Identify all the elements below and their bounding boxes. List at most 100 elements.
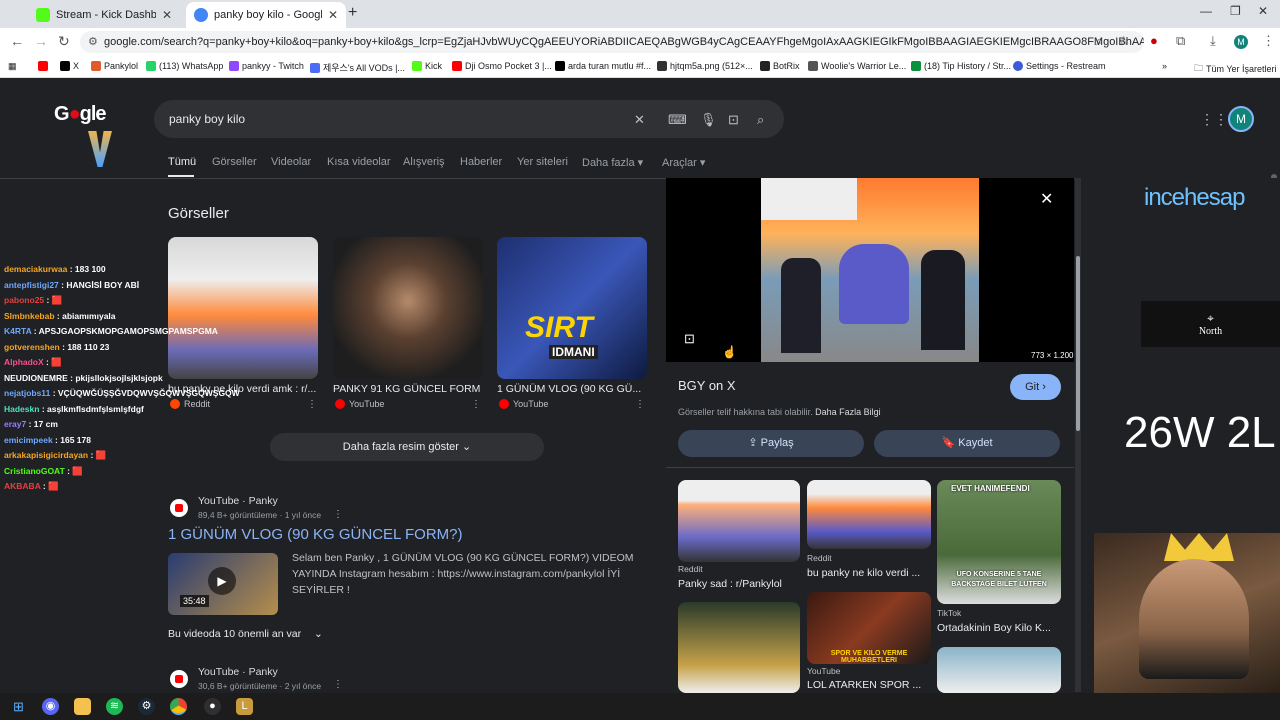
zoom-icon[interactable]: ⌕	[1096, 33, 1103, 49]
lens-icon[interactable]: ⊡	[728, 112, 739, 128]
key-moments-toggle[interactable]: Bu videoda 10 önemli an var ⌄	[168, 628, 323, 640]
chrome-icon[interactable]	[170, 698, 187, 715]
chat-message: antepfistigi27 : HANGİSİ BOY ABİ	[4, 278, 240, 294]
related-caption[interactable]: Panky sad : r/Pankylol	[678, 578, 800, 590]
related-image[interactable]	[937, 647, 1061, 693]
save-button[interactable]: 🔖 Kaydet	[874, 430, 1060, 457]
bookmark-restream[interactable]: Settings - Restream	[1013, 61, 1106, 71]
google-doodle-logo[interactable]: G●gle	[54, 103, 107, 126]
learn-more-link[interactable]: Daha Fazla Bilgi	[815, 407, 881, 417]
clear-search-icon[interactable]: ✕	[634, 112, 645, 128]
tab-more[interactable]: Daha fazla ▾	[582, 156, 643, 169]
tab-kick-dashboard[interactable]: Stream - Kick Dashboard ✕	[28, 2, 180, 28]
folder-icon: 🗀	[1194, 63, 1204, 73]
tab-all[interactable]: Tümü	[168, 156, 196, 168]
obs-icon[interactable]: ●	[204, 698, 221, 715]
chat-message: Hadeskn : asşlkmflsdmfşlsmlşfdgf	[4, 402, 240, 418]
image-result-thumbnail[interactable]	[333, 237, 483, 379]
back-button[interactable]: ←	[10, 33, 24, 49]
tab-videos[interactable]: Videolar	[271, 156, 311, 168]
more-options-icon[interactable]: ⋮	[333, 679, 343, 690]
download-icon[interactable]: ⤓	[1210, 33, 1216, 49]
visit-button[interactable]: Git ›	[1010, 374, 1061, 400]
tab-images[interactable]: Görseller	[212, 156, 257, 168]
discord-icon[interactable]: ◉	[42, 698, 59, 715]
steam-icon[interactable]: ⚙	[138, 698, 155, 715]
site-info-icon[interactable]: ⚙	[88, 31, 98, 53]
microphone-icon[interactable]: 🎙	[700, 112, 717, 128]
more-images-button[interactable]: Daha fazla resim göster ⌄	[270, 433, 544, 461]
tab-places[interactable]: Yer siteleri	[517, 156, 568, 168]
bookmark-hjtqm5a[interactable]: hjtqm5a.png (512×...	[657, 61, 753, 71]
result-title[interactable]: 1 GÜNÜM VLOG (90 KG GÜNCEL FORM?)	[168, 526, 463, 543]
reload-button[interactable]: ↻	[58, 33, 70, 50]
tab-shopping[interactable]: Alışveriş	[403, 156, 445, 168]
more-options-icon[interactable]: ⋮	[635, 399, 645, 410]
search-box[interactable]: panky boy kilo	[154, 100, 784, 138]
address-bar[interactable]: ⚙ google.com/search?q=panky+boy+kilo&oq=…	[80, 31, 1144, 53]
bookmark-zeus[interactable]: 제우스's All VODs |...	[310, 61, 405, 74]
image-source: YouTube	[499, 399, 548, 409]
tab-tools[interactable]: Araçlar ▾	[662, 156, 705, 169]
bookmark-tip-history[interactable]: (18) Tip History / Str...	[911, 61, 1011, 71]
preview-image[interactable]	[761, 178, 979, 362]
league-icon[interactable]: L	[236, 698, 253, 715]
tab-google-search[interactable]: panky boy kilo - Google'da Ara ✕	[186, 2, 346, 28]
bookmark-woolie[interactable]: Woolie's Warrior Le...	[808, 61, 906, 71]
tab-shorts[interactable]: Kısa videolar	[327, 156, 391, 168]
more-options-icon[interactable]: ⋮	[471, 399, 481, 410]
keyboard-icon[interactable]: ⌨	[668, 112, 687, 128]
tab-news[interactable]: Haberler	[460, 156, 502, 168]
file-explorer-icon[interactable]	[74, 698, 91, 715]
search-icon[interactable]: ⌕	[757, 112, 764, 128]
bookmark-botrix[interactable]: BotRix	[760, 61, 800, 71]
related-caption[interactable]: Ortadakinin Boy Kilo K...	[937, 622, 1061, 634]
panel-title[interactable]: BGY on X	[678, 378, 736, 393]
forward-button[interactable]: →	[34, 33, 48, 49]
apps-grid-icon[interactable]: ▦	[8, 61, 17, 72]
new-tab-button[interactable]: +	[348, 4, 357, 22]
menu-icon[interactable]: ⋮	[1262, 33, 1275, 49]
result-source[interactable]: YouTube · Panky	[198, 666, 278, 678]
close-panel-icon[interactable]: ✕	[1040, 189, 1053, 209]
all-bookmarks[interactable]: 🗀 Tüm Yer İşaretleri	[1194, 61, 1277, 77]
profile-avatar[interactable]: M	[1234, 35, 1248, 49]
result-meta: 30,6 B+ görüntüleme · 2 yıl önce	[198, 681, 322, 691]
image-caption[interactable]: 1 GÜNÜM VLOG (90 KG GÜ...	[497, 383, 647, 395]
close-window-button[interactable]: ✕	[1258, 4, 1268, 18]
bookmark-youtube[interactable]	[38, 61, 51, 71]
share-button[interactable]: ⇪ Paylaş	[678, 430, 864, 457]
related-image[interactable]: EVET HANIMEFENDI UFO KONSERINE 5 TANE BA…	[937, 480, 1061, 604]
lens-search-icon[interactable]: ⊡	[684, 331, 695, 347]
bookmark-kick[interactable]: Kick	[412, 61, 442, 71]
related-image[interactable]: SPOR VE KILO VERME MUHABBETLERI	[807, 592, 931, 664]
related-image[interactable]	[807, 480, 931, 549]
result-source[interactable]: YouTube · Panky	[198, 495, 278, 507]
bookmark-star-icon[interactable]: ☆	[1118, 33, 1130, 49]
related-image[interactable]	[678, 480, 800, 562]
account-avatar[interactable]: M	[1228, 106, 1254, 132]
extensions-puzzle-icon[interactable]: ⧉	[1176, 33, 1185, 49]
image-caption[interactable]: PANKY 91 KG GÜNCEL FORM	[333, 383, 483, 395]
spotify-icon[interactable]: ≋	[106, 698, 123, 715]
extension-icon[interactable]: ●	[1150, 33, 1158, 48]
bookmark-arda[interactable]: arda turan mutlu #f...	[555, 61, 651, 71]
related-caption[interactable]: bu panky ne kilo verdi ...	[807, 567, 931, 579]
bookmark-dji[interactable]: Dji Osmo Pocket 3 |...	[452, 61, 552, 71]
related-image[interactable]	[678, 602, 800, 693]
bookmark-twitch[interactable]: pankyy - Twitch	[229, 61, 304, 71]
more-bookmarks-icon[interactable]: »	[1162, 61, 1167, 71]
related-caption[interactable]: LOL ATARKEN SPOR ...	[807, 679, 931, 691]
close-tab-icon[interactable]: ✕	[328, 8, 338, 22]
bookmark-x[interactable]: X	[60, 61, 79, 71]
minimize-button[interactable]: —	[1200, 4, 1212, 18]
restore-button[interactable]: ❐	[1230, 4, 1241, 18]
close-tab-icon[interactable]: ✕	[162, 8, 172, 22]
image-result-thumbnail[interactable]: SIRT IDMANI	[497, 237, 647, 379]
bookmark-whatsapp[interactable]: (113) WhatsApp	[146, 61, 223, 71]
more-options-icon[interactable]: ⋮	[333, 509, 343, 520]
bookmark-pankylol[interactable]: Pankylol	[91, 61, 138, 71]
windows-start-icon[interactable]: ⊞	[10, 698, 27, 715]
more-options-icon[interactable]: ⋮	[307, 399, 317, 410]
panel-scrollbar-thumb[interactable]	[1076, 256, 1080, 431]
